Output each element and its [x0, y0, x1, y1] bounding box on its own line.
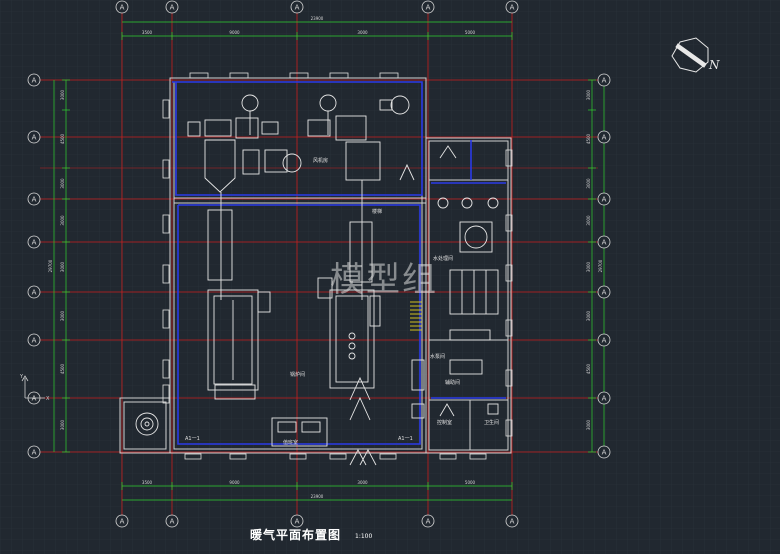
room-boiler: 锅炉间: [290, 371, 305, 378]
room-aux: 辅助间: [445, 379, 460, 386]
axis-bubble-label: A: [602, 134, 607, 142]
dimension-label: 4500: [60, 363, 65, 374]
dimension-label: 3000: [60, 261, 65, 272]
dimension-label: 4500: [586, 363, 591, 374]
room-control: 控制室: [437, 419, 452, 426]
axis-bubble-label: A: [602, 395, 607, 403]
stair-note: 楼梯: [372, 208, 382, 215]
dimension-label: 3000: [357, 480, 368, 485]
axis-bubble-label: A: [602, 337, 607, 345]
section-mark-b: A1一1: [398, 436, 413, 442]
axis-bubble-label: A: [295, 518, 300, 526]
drawing-scale: 1:100: [355, 533, 373, 540]
dimension-label: 3000: [60, 89, 65, 100]
room-toilet: 卫生间: [484, 419, 499, 426]
dimension-label: 3000: [586, 89, 591, 100]
dimension-label: 3000: [586, 178, 591, 189]
axis-bubble-label: A: [602, 239, 607, 247]
dimension-label: 4500: [60, 133, 65, 144]
dimension-total: 29700: [48, 259, 53, 272]
dimension-label: 3000: [357, 30, 368, 35]
axis-bubble-label: A: [602, 449, 607, 457]
axis-bubble-label: A: [170, 4, 175, 12]
dimension-label: 3000: [60, 215, 65, 226]
dimension-label: 3500: [142, 480, 153, 485]
north-label: N: [709, 58, 720, 72]
svg-text:X: X: [46, 396, 50, 402]
dimension-label: 4500: [586, 133, 591, 144]
axis-bubble-label: A: [295, 4, 300, 12]
dimension-total: 29700: [598, 259, 603, 272]
axis-bubble-label: A: [32, 395, 37, 403]
axis-bubble-label: A: [32, 77, 37, 85]
axis-bubble-label: A: [510, 4, 515, 12]
room-pump: 水泵间: [430, 353, 445, 360]
axis-bubble-label: A: [32, 337, 37, 345]
axis-bubble-label: A: [602, 289, 607, 297]
axis-bubble-label: A: [32, 289, 37, 297]
dimension-label: 3000: [586, 215, 591, 226]
axis-bubble-label: A: [426, 518, 431, 526]
dimension-label: 3500: [142, 30, 153, 35]
dimension-label: 9000: [229, 480, 240, 485]
dimension-label: 3000: [60, 178, 65, 189]
dimension-label: 3000: [586, 419, 591, 430]
axis-bubble-label: A: [32, 196, 37, 204]
drawing-title: 暖气平面布置图: [250, 528, 342, 542]
dimension-label: 5000: [465, 480, 476, 485]
axis-bubble-label: A: [510, 518, 515, 526]
room-duty: 值班室: [283, 439, 298, 446]
dimension-total: 23900: [311, 16, 324, 21]
watermark: 模型组: [330, 260, 438, 300]
dimension-label: 3000: [586, 261, 591, 272]
dimension-label: 3000: [586, 310, 591, 321]
axis-bubble-label: A: [120, 4, 125, 12]
dimension-label: 3000: [60, 310, 65, 321]
axis-bubble-label: A: [32, 239, 37, 247]
axis-bubble-label: A: [120, 518, 125, 526]
axis-bubble-label: A: [32, 134, 37, 142]
dimension-label: 5000: [465, 30, 476, 35]
room-fan: 风机房: [313, 157, 328, 164]
section-mark-a: A1一1: [185, 436, 200, 442]
axis-bubble-label: A: [426, 4, 431, 12]
axis-bubble-label: A: [602, 77, 607, 85]
drawing-canvas: 3500 9000 3000 5000 23900 3500 9000 3000 5000 239…: [0, 0, 780, 554]
axis-bubble-label: A: [602, 196, 607, 204]
axis-bubble-label: A: [32, 449, 37, 457]
dimension-total: 23900: [311, 494, 324, 499]
dimension-label: 9000: [229, 30, 240, 35]
axis-bubble-label: A: [170, 518, 175, 526]
dimension-label: 3000: [60, 419, 65, 430]
